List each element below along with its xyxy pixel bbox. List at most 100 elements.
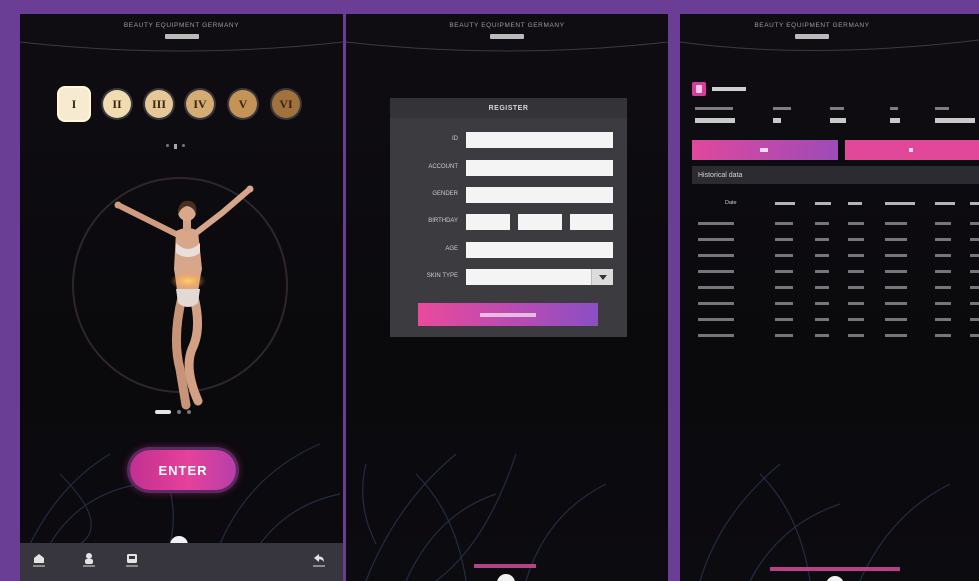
skin-type-label: VI bbox=[279, 96, 293, 111]
table-header-cell bbox=[815, 202, 831, 205]
table-cell bbox=[848, 302, 864, 305]
register-screen: BEAUTY EQUIPMENT GERMANY REGISTER ID ACC… bbox=[346, 14, 668, 581]
table-cell bbox=[885, 302, 907, 305]
info-label bbox=[935, 107, 949, 110]
history-tab-button-1[interactable] bbox=[692, 140, 838, 160]
table-cell bbox=[848, 334, 864, 337]
skin-type-4-button[interactable]: IV bbox=[186, 90, 214, 118]
table-cell bbox=[848, 318, 864, 321]
table-cell bbox=[935, 318, 951, 321]
info-value bbox=[890, 118, 900, 123]
info-value bbox=[935, 118, 975, 123]
info-label bbox=[830, 107, 844, 110]
birthday-label: BIRTHDAY bbox=[428, 218, 458, 224]
table-cell bbox=[775, 254, 793, 257]
birthday-year-field[interactable] bbox=[466, 214, 510, 230]
table-cell bbox=[935, 286, 951, 289]
table-cell bbox=[775, 238, 793, 241]
account-field[interactable] bbox=[466, 160, 613, 176]
table-cell bbox=[815, 238, 829, 241]
chevron-down-icon[interactable] bbox=[591, 269, 613, 285]
table-header-cell bbox=[970, 202, 979, 205]
table-cell bbox=[970, 318, 979, 321]
table-cell bbox=[775, 334, 793, 337]
skin-type-6-button[interactable]: VI bbox=[272, 90, 300, 118]
skin-type-select[interactable] bbox=[466, 269, 613, 285]
table-header-cell bbox=[935, 202, 955, 205]
fern-decoration bbox=[699, 463, 951, 581]
table-cell bbox=[698, 238, 734, 241]
table-header-date: Date bbox=[725, 200, 737, 206]
fern-decoration bbox=[362, 453, 607, 581]
table-cell bbox=[815, 286, 829, 289]
info-value bbox=[695, 118, 735, 123]
table-cell bbox=[885, 270, 907, 273]
table-cell bbox=[885, 318, 907, 321]
bottom-hint-text bbox=[770, 567, 900, 571]
table-cell bbox=[848, 286, 864, 289]
info-label bbox=[773, 107, 791, 110]
user-icon[interactable] bbox=[82, 551, 96, 571]
skin-type-3-button[interactable]: III bbox=[145, 90, 173, 118]
table-cell bbox=[815, 302, 829, 305]
register-submit-button[interactable] bbox=[418, 303, 598, 326]
home-icon[interactable] bbox=[32, 551, 46, 571]
id-label: ID bbox=[452, 136, 458, 142]
table-cell bbox=[815, 270, 829, 273]
back-icon[interactable] bbox=[312, 551, 326, 571]
table-cell bbox=[970, 222, 979, 225]
table-cell bbox=[775, 270, 793, 273]
table-cell bbox=[698, 302, 734, 305]
age-field[interactable] bbox=[466, 242, 613, 258]
register-title: REGISTER bbox=[390, 98, 627, 118]
historical-data-header: Historical data bbox=[692, 166, 979, 184]
history-screen: BEAUTY EQUIPMENT GERMANY Historical data… bbox=[680, 14, 979, 581]
history-tab-button-2[interactable] bbox=[845, 140, 979, 160]
table-cell bbox=[935, 254, 951, 257]
info-label bbox=[695, 107, 733, 110]
device-icon[interactable] bbox=[125, 551, 139, 571]
enter-button[interactable]: ENTER bbox=[130, 450, 236, 490]
brand-header: BEAUTY EQUIPMENT GERMANY bbox=[123, 22, 240, 29]
table-cell bbox=[970, 286, 979, 289]
skin-type-label: V bbox=[238, 96, 248, 111]
skin-type-5-button[interactable]: V bbox=[229, 90, 257, 118]
brand-header: BEAUTY EQUIPMENT GERMANY bbox=[449, 22, 565, 29]
table-cell bbox=[885, 254, 907, 257]
skin-type-2-button[interactable]: II bbox=[103, 90, 131, 118]
table-cell bbox=[935, 302, 951, 305]
birthday-day-field[interactable] bbox=[570, 214, 613, 230]
table-cell bbox=[970, 302, 979, 305]
table-header-cell bbox=[885, 202, 915, 205]
bottom-hint-text bbox=[474, 564, 536, 568]
birthday-month-field[interactable] bbox=[518, 214, 562, 230]
table-cell bbox=[970, 270, 979, 273]
table-cell bbox=[698, 334, 734, 337]
id-field[interactable] bbox=[466, 132, 613, 148]
table-cell bbox=[935, 238, 951, 241]
skin-type-1-button[interactable]: I bbox=[59, 88, 89, 120]
age-label: AGE bbox=[445, 246, 458, 252]
table-cell bbox=[848, 254, 864, 257]
header-arc bbox=[346, 41, 668, 52]
skin-type-indicator bbox=[166, 144, 185, 149]
body-figure-image[interactable] bbox=[98, 169, 268, 414]
skin-type-label: SKIN TYPE bbox=[426, 273, 458, 279]
table-cell bbox=[885, 222, 907, 225]
table-cell bbox=[698, 254, 734, 257]
skin-type-label: III bbox=[151, 96, 166, 111]
table-header-cell bbox=[848, 202, 862, 205]
gender-field[interactable] bbox=[466, 187, 613, 203]
brand-header: BEAUTY EQUIPMENT GERMANY bbox=[754, 22, 870, 29]
table-cell bbox=[815, 222, 829, 225]
bottom-navigation bbox=[20, 543, 343, 581]
table-cell bbox=[815, 334, 829, 337]
header-arc bbox=[680, 39, 979, 51]
info-value bbox=[773, 118, 781, 123]
table-cell bbox=[698, 286, 734, 289]
info-label bbox=[890, 107, 898, 110]
table-cell bbox=[698, 318, 734, 321]
program-title bbox=[712, 87, 746, 91]
program-icon bbox=[692, 82, 706, 96]
table-cell bbox=[775, 222, 793, 225]
